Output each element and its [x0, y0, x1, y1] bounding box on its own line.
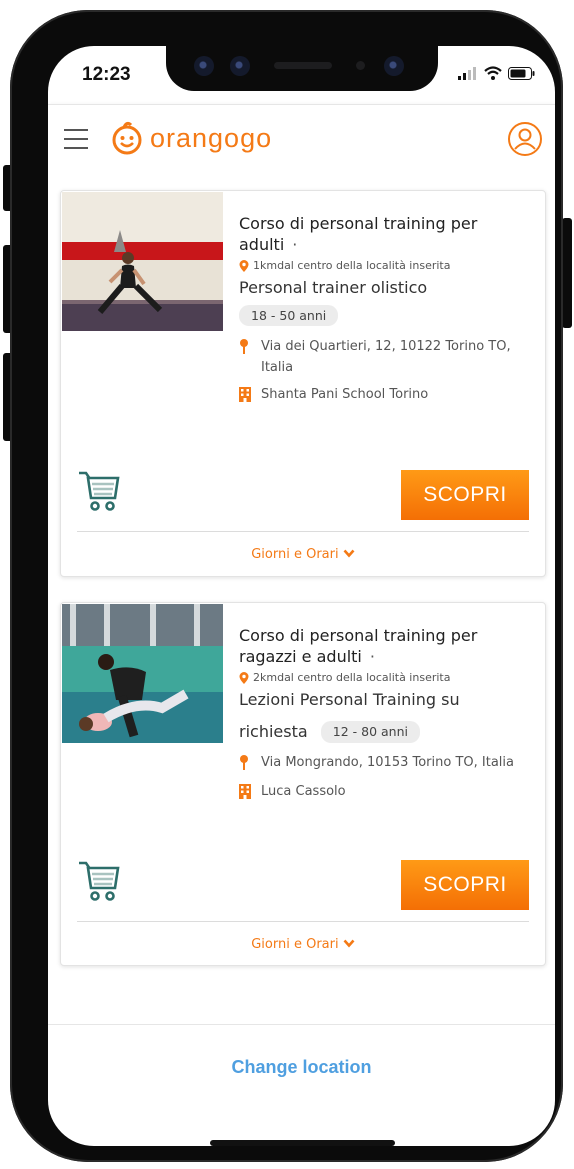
- brand-name: orangogo: [150, 122, 273, 153]
- app-header: orangogo: [48, 104, 555, 173]
- baby-face-icon: [112, 121, 142, 155]
- course-card: Corso di personal training per adulti · 1…: [60, 190, 546, 577]
- schedule-label: Giorni e Orari: [251, 547, 339, 562]
- notch: [166, 46, 438, 91]
- course-title[interactable]: Corso di personal training per ragazzi e…: [239, 625, 539, 667]
- phone-frame: 12:23 orangogo Corso di personal trainin…: [10, 10, 563, 1162]
- scopri-button[interactable]: SCOPRI: [401, 860, 529, 910]
- wifi-icon: [484, 66, 502, 80]
- course-title-text: Corso di personal training per ragazzi e…: [239, 626, 478, 666]
- age-badge: 18 - 50 anni: [239, 305, 339, 326]
- course-subtitle: Personal trainer olistico: [239, 278, 428, 297]
- change-location-link[interactable]: Change location: [231, 1057, 371, 1078]
- schedule-toggle[interactable]: Giorni e Orari: [61, 547, 545, 562]
- home-indicator[interactable]: [210, 1140, 395, 1146]
- address-row: Via dei Quartieri, 12, 10122 Torino TO, …: [239, 336, 539, 378]
- sensor-dot: [356, 61, 365, 70]
- distance-info: 1kmdal centro della località inserita: [239, 259, 539, 272]
- age-badge: 12 - 80 anni: [320, 721, 420, 743]
- results-list: Corso di personal training per adulti · 1…: [48, 172, 555, 1022]
- status-icons: [458, 66, 535, 80]
- schedule-label: Giorni e Orari: [251, 937, 339, 952]
- map-pin-icon: [239, 671, 249, 684]
- front-camera-icon: [384, 56, 404, 76]
- camera-icon: [194, 56, 214, 76]
- user-account-icon[interactable]: [507, 121, 543, 161]
- card-divider: [77, 531, 529, 532]
- distance-info: 2kmdal centro della località inserita: [239, 671, 539, 684]
- school-row: Luca Cassolo: [239, 781, 539, 806]
- distance-text: 2kmdal centro della località inserita: [253, 671, 451, 684]
- distance-text: 1kmdal centro della località inserita: [253, 259, 451, 272]
- course-info: Corso di personal training per adulti · 1…: [239, 213, 539, 409]
- course-card: Corso di personal training per ragazzi e…: [60, 602, 546, 966]
- chevron-down-icon: [343, 549, 355, 558]
- course-title[interactable]: Corso di personal training per adulti ·: [239, 213, 539, 255]
- menu-icon[interactable]: [64, 129, 88, 149]
- add-to-cart-icon[interactable]: [77, 469, 121, 517]
- address-row: Via Mongrando, 10153 Torino TO, Italia: [239, 752, 539, 777]
- phone-screen: 12:23 orangogo Corso di personal trainin…: [48, 46, 555, 1146]
- brand-logo[interactable]: orangogo: [110, 121, 272, 155]
- school-text: Luca Cassolo: [261, 784, 346, 799]
- course-info: Corso di personal training per ragazzi e…: [239, 625, 539, 806]
- course-title-text: Corso di personal training per adulti: [239, 214, 478, 254]
- address-text: Via Mongrando, 10153 Torino TO, Italia: [261, 755, 514, 770]
- speaker-grille: [274, 62, 332, 69]
- add-to-cart-icon[interactable]: [77, 859, 121, 907]
- address-text: Via dei Quartieri, 12, 10122 Torino TO, …: [261, 339, 511, 375]
- location-pin-icon: [240, 755, 248, 770]
- battery-icon: [508, 66, 535, 80]
- scopri-button[interactable]: SCOPRI: [401, 470, 529, 520]
- power-button: [562, 218, 572, 328]
- card-divider: [77, 921, 529, 922]
- map-pin-icon: [239, 259, 249, 272]
- school-row: Shanta Pani School Torino: [239, 384, 539, 409]
- course-photo[interactable]: [62, 192, 223, 331]
- building-icon: [239, 784, 251, 799]
- school-text: Shanta Pani School Torino: [261, 387, 429, 402]
- camera-icon: [230, 56, 250, 76]
- signal-icon: [458, 66, 476, 80]
- location-pin-icon: [240, 339, 248, 354]
- change-location-bar: Change location: [48, 1024, 555, 1146]
- status-time: 12:23: [82, 64, 131, 85]
- chevron-down-icon: [343, 939, 355, 948]
- building-icon: [239, 387, 251, 402]
- course-photo[interactable]: [62, 604, 223, 743]
- schedule-toggle[interactable]: Giorni e Orari: [61, 937, 545, 952]
- course-subtitle: Lezioni Personal Training su richiesta 1…: [239, 684, 529, 748]
